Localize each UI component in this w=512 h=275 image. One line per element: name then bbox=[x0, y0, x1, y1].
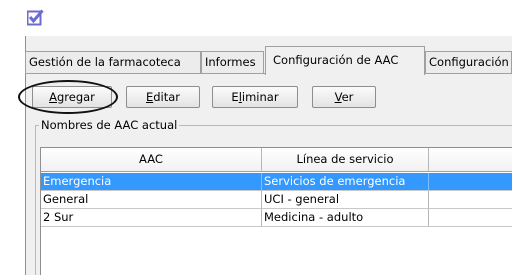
tab-informes[interactable]: Informes bbox=[201, 51, 264, 74]
groupbox-label: Nombres de AAC actual bbox=[39, 118, 180, 132]
tab-label: Informes bbox=[205, 55, 256, 69]
aac-table[interactable]: AAC Línea de servicio Emergencia Servici… bbox=[40, 147, 512, 275]
delete-button[interactable]: Eliminar bbox=[212, 86, 298, 108]
delete-button-label: Eliminar bbox=[231, 90, 279, 104]
table-row[interactable]: 2 Sur Medicina - adulto bbox=[41, 209, 512, 227]
tab-configuracion-aac[interactable]: Configuración de AAC bbox=[265, 46, 425, 75]
cell-blank bbox=[429, 173, 512, 191]
column-header-aac[interactable]: AAC bbox=[41, 148, 262, 172]
title-bar bbox=[0, 0, 512, 36]
view-button[interactable]: Ver bbox=[312, 86, 376, 108]
column-header-linea-servicio[interactable]: Línea de servicio bbox=[262, 148, 429, 172]
tab-label: Gestión de la farmacoteca bbox=[29, 55, 181, 69]
cell-blank bbox=[429, 209, 512, 227]
add-button-label: Agregar bbox=[49, 90, 95, 104]
column-header-blank[interactable] bbox=[429, 148, 512, 172]
tab-configuracion[interactable]: Configuración bbox=[425, 51, 512, 74]
table-row[interactable]: Emergencia Servicios de emergencia bbox=[41, 173, 512, 191]
edit-button[interactable]: Editar bbox=[126, 86, 200, 108]
cell-linea-servicio: Servicios de emergencia bbox=[262, 173, 429, 191]
cell-aac: Emergencia bbox=[41, 173, 262, 191]
cell-linea-servicio: UCI - general bbox=[262, 191, 429, 209]
edit-button-label: Editar bbox=[145, 90, 181, 104]
cell-blank bbox=[429, 191, 512, 209]
add-button[interactable]: Agregar bbox=[32, 86, 112, 108]
table-header: AAC Línea de servicio bbox=[41, 148, 512, 172]
table-row[interactable]: General UCI - general bbox=[41, 191, 512, 209]
tab-label: Configuración de AAC bbox=[273, 53, 399, 67]
checkmark-app-icon bbox=[27, 9, 44, 26]
tab-label: Configuración bbox=[429, 55, 509, 69]
cell-aac: 2 Sur bbox=[41, 209, 262, 227]
view-button-label: Ver bbox=[334, 90, 354, 104]
cell-linea-servicio: Medicina - adulto bbox=[262, 209, 429, 227]
tab-bar: Gestión de la farmacoteca Informes Confi… bbox=[25, 46, 512, 75]
cell-aac: General bbox=[41, 191, 262, 209]
tab-gestion-farmacoteca[interactable]: Gestión de la farmacoteca bbox=[25, 51, 201, 74]
